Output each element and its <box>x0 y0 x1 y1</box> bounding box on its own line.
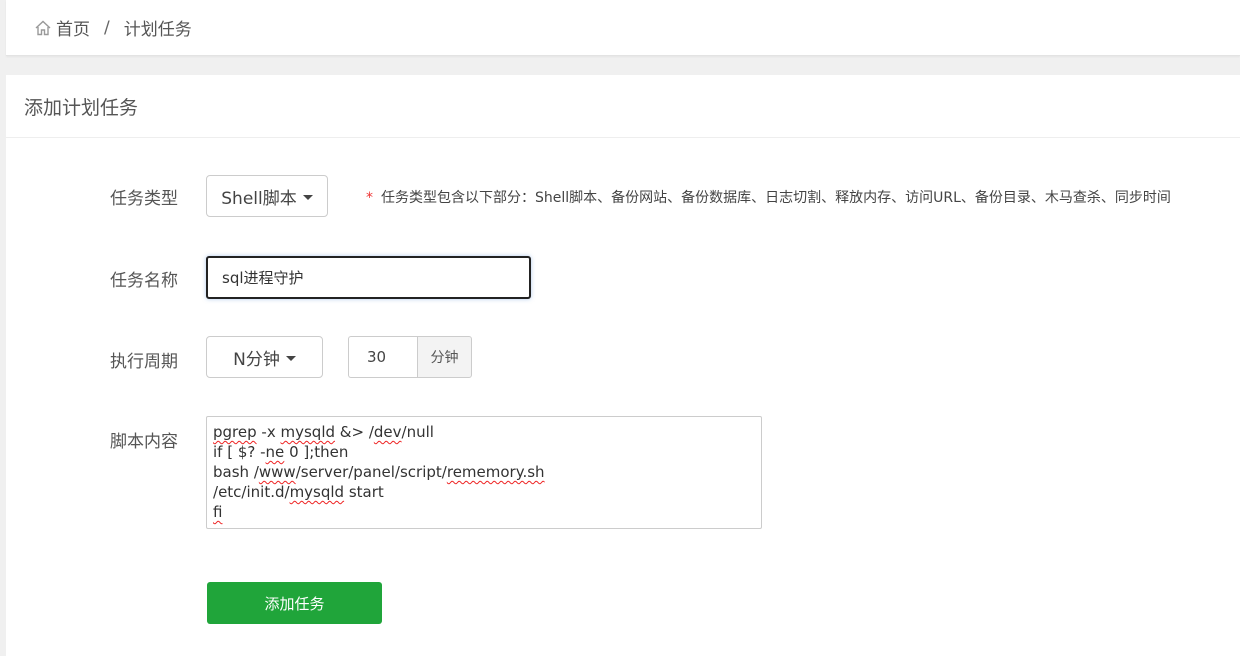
period-label: 执行周期 <box>110 352 178 372</box>
script-line: pgrep -x mysqld &> /dev/null <box>213 423 434 441</box>
task-type-label: 任务类型 <box>110 189 178 209</box>
script-line: /etc/init.d/mysqld start <box>213 483 384 501</box>
script-label: 脚本内容 <box>110 432 178 452</box>
task-type-selected: Shell脚本 <box>221 188 297 209</box>
script-line: if [ $? -ne 0 ];then <box>213 443 349 461</box>
script-line: bash /www/server/panel/script/rememory.s… <box>213 463 545 481</box>
task-type-dropdown[interactable]: Shell脚本 <box>206 175 328 217</box>
period-dropdown[interactable]: N分钟 <box>206 336 323 378</box>
period-selected: N分钟 <box>233 349 280 370</box>
task-name-input[interactable] <box>206 256 531 299</box>
task-type-hint: * 任务类型包含以下部分：Shell脚本、备份网站、备份数据库、日志切割、释放内存… <box>366 187 1171 207</box>
period-minutes-group: 分钟 <box>348 336 472 378</box>
add-task-panel: 添加计划任务 任务类型 Shell脚本 * 任务类型包含以下部分：Shell脚本、… <box>6 75 1240 656</box>
breadcrumb-home-link[interactable]: 首页 <box>56 15 90 40</box>
breadcrumb: 首页 / 计划任务 <box>6 0 1240 56</box>
task-name-label: 任务名称 <box>110 271 178 291</box>
add-task-button[interactable]: 添加任务 <box>207 582 382 624</box>
breadcrumb-separator: / <box>104 17 110 38</box>
period-unit-addon: 分钟 <box>417 336 472 378</box>
panel-title: 添加计划任务 <box>6 75 1240 138</box>
script-line: fi <box>213 503 223 521</box>
home-icon[interactable] <box>34 19 52 37</box>
required-star: * <box>366 190 373 206</box>
script-textarea[interactable]: pgrep -x mysqld &> /dev/null if [ $? -ne … <box>206 416 762 529</box>
period-minutes-input[interactable] <box>348 336 417 378</box>
caret-down-icon <box>302 194 313 200</box>
breadcrumb-current: 计划任务 <box>123 20 192 40</box>
task-type-hint-text: 任务类型包含以下部分：Shell脚本、备份网站、备份数据库、日志切割、释放内存、… <box>381 190 1171 206</box>
caret-down-icon <box>285 355 296 361</box>
